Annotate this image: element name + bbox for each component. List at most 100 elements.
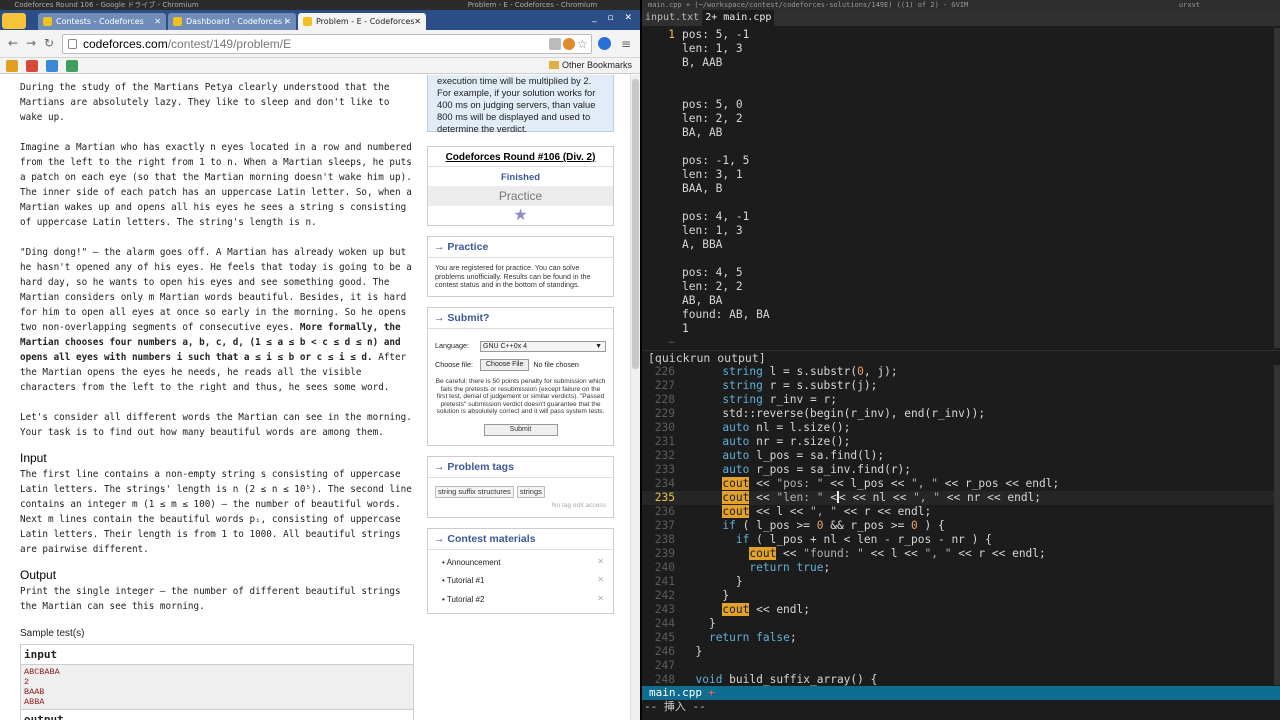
code-line[interactable]: len: 3, 1 xyxy=(642,168,1280,182)
code-line[interactable]: 238 if ( l_pos + nl < len - r_pos - nr )… xyxy=(642,533,1280,547)
code-line[interactable]: 235 cout << "len: " < < << nl << ", " << … xyxy=(642,491,1280,505)
tag-chip[interactable]: string suffix structures xyxy=(435,485,514,499)
tag-chip[interactable]: strings xyxy=(516,485,545,499)
bookmark-star-icon[interactable]: ☆ xyxy=(577,38,589,50)
tab-dashboard[interactable]: Dashboard - Codeforces l ✕ xyxy=(168,13,296,30)
close-tab-icon[interactable]: ✕ xyxy=(284,13,291,30)
extension-icon[interactable] xyxy=(549,38,561,50)
code-line[interactable]: AB, BA xyxy=(642,294,1280,308)
code-line[interactable]: found: AB, BA xyxy=(642,308,1280,322)
back-icon[interactable]: ← xyxy=(6,36,20,50)
material-item[interactable]: • Tutorial #2 ✕ xyxy=(442,591,606,610)
code-line[interactable]: 241 } xyxy=(642,575,1280,589)
code-line[interactable] xyxy=(642,196,1280,210)
code-line[interactable]: pos: 5, 0 xyxy=(642,98,1280,112)
code-line[interactable]: 232 auto l_pos = sa.find(l); xyxy=(642,449,1280,463)
code-line[interactable]: A, BBA xyxy=(642,238,1280,252)
vim-tab-input[interactable]: input.txt xyxy=(642,10,702,26)
extension-icon[interactable] xyxy=(563,38,575,50)
code-line[interactable]: len: 2, 2 xyxy=(642,112,1280,126)
code-line[interactable]: 229 std::reverse(begin(r_inv), end(r_inv… xyxy=(642,407,1280,421)
bookmark-icon[interactable] xyxy=(6,60,18,72)
code-line[interactable]: B, AAB xyxy=(642,56,1280,70)
extension-icon[interactable] xyxy=(598,37,611,50)
close-tab-icon[interactable]: ✕ xyxy=(154,13,161,30)
url-host: codeforces.com xyxy=(83,37,168,51)
code-line[interactable]: 239 cout << "found: " << l << ", " << r … xyxy=(642,547,1280,561)
material-link[interactable]: Tutorial #2 xyxy=(447,595,485,604)
code-line[interactable]: len: 1, 3 xyxy=(642,224,1280,238)
code-line[interactable]: 234 cout << "pos: " << l_pos << ", " << … xyxy=(642,477,1280,491)
code-line[interactable]: 247 xyxy=(642,659,1280,673)
sample-input[interactable]: ABCBABA 2 BAAB ABBA xyxy=(21,665,413,709)
code-line[interactable]: 244 } xyxy=(642,617,1280,631)
reload-icon[interactable]: ↻ xyxy=(42,36,56,50)
vim-tab-main[interactable]: 2+ main.cpp xyxy=(702,10,775,26)
code-line[interactable]: 236 cout << l << ", " << r << endl; xyxy=(642,505,1280,519)
bookmark-icon[interactable] xyxy=(46,60,58,72)
code-line[interactable]: pos: -1, 5 xyxy=(642,154,1280,168)
code-line[interactable]: 1 xyxy=(642,322,1280,336)
tab-label: Dashboard - Codeforces l xyxy=(186,17,287,26)
code-line[interactable] xyxy=(642,70,1280,84)
code-line[interactable]: 233 auto r_pos = sa_inv.find(r); xyxy=(642,463,1280,477)
code-line[interactable]: 246 } xyxy=(642,645,1280,659)
code-pane[interactable]: 226 string l = s.substr(0, j); 227 string… xyxy=(642,365,1280,687)
page-scrollbar[interactable] xyxy=(630,75,640,720)
close-tab-icon[interactable]: ✕ xyxy=(414,13,421,30)
code-line[interactable]: BAA, B xyxy=(642,182,1280,196)
material-link[interactable]: Tutorial #1 xyxy=(447,576,485,586)
vim-scrollbar[interactable] xyxy=(1274,28,1280,348)
code-line[interactable]: 226 string l = s.substr(0, j); xyxy=(642,365,1280,379)
choose-file-button[interactable]: Choose File xyxy=(480,358,530,371)
round-title-link[interactable]: Codeforces Round #106 (Div. 2) xyxy=(428,147,613,163)
code-line[interactable]: 242 } xyxy=(642,589,1280,603)
remove-icon[interactable]: ✕ xyxy=(597,557,604,567)
code-line[interactable]: ~ xyxy=(642,336,1280,350)
remove-icon[interactable]: ✕ xyxy=(597,576,604,585)
forward-icon[interactable]: → xyxy=(24,36,38,50)
code-line[interactable] xyxy=(642,140,1280,154)
code-line[interactable]: 243 cout << endl; xyxy=(642,603,1280,617)
bookmark-icon[interactable] xyxy=(66,60,78,72)
code-line[interactable]: BA, AB xyxy=(642,126,1280,140)
code-line[interactable]: 248 void build_suffix_array() { xyxy=(642,673,1280,687)
language-select[interactable]: GNU C++0x 4 ▼ xyxy=(480,340,606,352)
line-text: auto nl = l.size(); xyxy=(722,421,851,434)
material-item[interactable]: • Announcement ✕ xyxy=(442,554,606,573)
star-icon[interactable]: ★ xyxy=(428,206,613,226)
code-line[interactable]: 237 if ( l_pos >= 0 && r_pos >= 0 ) { xyxy=(642,519,1280,533)
window-controls[interactable]: _ ▫ ✕ xyxy=(592,13,636,23)
line-text: BA, AB xyxy=(682,126,723,139)
code-line[interactable]: 227 string r = s.substr(j); xyxy=(642,379,1280,393)
code-line[interactable]: 1 pos: 5, -1 xyxy=(642,28,1280,42)
tags-title: → Problem tags xyxy=(428,457,613,478)
code-line[interactable]: 245 return false; xyxy=(642,631,1280,645)
code-line[interactable]: len: 2, 2 xyxy=(642,280,1280,294)
chromium-logo-icon[interactable] xyxy=(2,13,26,29)
line-number: 228 xyxy=(654,393,675,406)
address-bar[interactable]: codeforces.com/contest/149/problem/E ☆ xyxy=(62,34,592,54)
tab-problem[interactable]: Problem - E - Codeforces ✕ xyxy=(298,13,426,30)
code-line[interactable]: pos: 4, 5 xyxy=(642,266,1280,280)
tab-contests[interactable]: Contests - Codeforces ✕ xyxy=(38,13,166,30)
code-line[interactable] xyxy=(642,252,1280,266)
remove-icon[interactable]: ✕ xyxy=(597,594,604,604)
code-line[interactable] xyxy=(642,84,1280,98)
other-bookmarks[interactable]: Other Bookmarks xyxy=(548,60,632,70)
scrollbar-thumb[interactable] xyxy=(632,79,639,369)
line-number: 242 xyxy=(654,589,675,602)
bookmark-icon[interactable] xyxy=(26,60,38,72)
vim-scrollbar[interactable] xyxy=(1274,365,1280,685)
menu-icon[interactable]: ≡ xyxy=(619,37,633,51)
code-line[interactable]: 230 auto nl = l.size(); xyxy=(642,421,1280,435)
code-line[interactable]: len: 1, 3 xyxy=(642,42,1280,56)
material-link[interactable]: Announcement xyxy=(447,558,501,567)
material-item[interactable]: • Tutorial #1 ✕ xyxy=(442,572,606,591)
code-line[interactable]: 231 auto nr = r.size(); xyxy=(642,435,1280,449)
code-line[interactable]: 228 string r_inv = r; xyxy=(642,393,1280,407)
submit-button[interactable]: Submit xyxy=(483,423,558,436)
input-output-pane[interactable]: 1 pos: 5, -1 len: 1, 3 B, AAB pos: 5, 0 len: … xyxy=(642,28,1280,364)
code-line[interactable]: 240 return true; xyxy=(642,561,1280,575)
code-line[interactable]: pos: 4, -1 xyxy=(642,210,1280,224)
